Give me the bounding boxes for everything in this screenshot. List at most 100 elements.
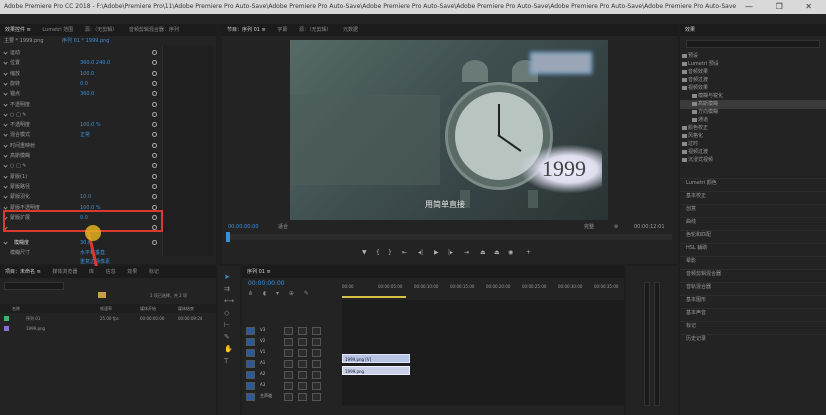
- eye-icon[interactable]: [298, 382, 307, 390]
- panel-section[interactable]: Lumetri 颜色: [680, 178, 826, 187]
- extract-icon[interactable]: ⏏: [494, 248, 500, 258]
- col-start[interactable]: 媒体开始: [140, 304, 156, 313]
- mute-icon[interactable]: [312, 382, 321, 390]
- panel-section[interactable]: 音轨混合器: [680, 282, 826, 291]
- eye-icon[interactable]: [298, 393, 307, 401]
- reset-icon[interactable]: [152, 204, 157, 210]
- mark-in-icon[interactable]: {: [376, 248, 380, 258]
- effect-property-row[interactable]: 不透明度 100.0 %: [0, 120, 162, 130]
- button-editor-icon[interactable]: +: [526, 248, 531, 258]
- tab-program[interactable]: 节目：序列 01 ≡: [222, 24, 271, 36]
- disclosure-triangle-icon[interactable]: [3, 173, 8, 179]
- property-value[interactable]: 360.0: [80, 89, 94, 99]
- disclosure-triangle-icon[interactable]: [3, 101, 8, 107]
- reset-icon[interactable]: [152, 111, 157, 117]
- track-header[interactable]: V2: [242, 337, 338, 348]
- mute-icon[interactable]: [312, 327, 321, 335]
- reset-icon[interactable]: [152, 183, 157, 189]
- panel-section[interactable]: 创意: [680, 204, 826, 213]
- reset-icon[interactable]: [152, 101, 157, 107]
- sequence-clip-label[interactable]: 序列 01 * 1999.png: [62, 37, 109, 46]
- reset-icon[interactable]: [152, 50, 157, 55]
- mute-icon[interactable]: [312, 338, 321, 346]
- timeline-ruler[interactable]: 00:00 00:00:05:00 00:00:10:00 00:00:15:00 00…: [342, 282, 624, 296]
- step-forward-icon[interactable]: |▸: [448, 248, 453, 258]
- step-back-icon[interactable]: ◂|: [418, 248, 423, 258]
- blurred-mask-region[interactable]: [530, 52, 592, 74]
- panel-section[interactable]: HSL 辅助: [680, 243, 826, 252]
- menu-bar[interactable]: [0, 14, 826, 24]
- reset-icon[interactable]: [152, 91, 157, 97]
- reset-icon[interactable]: [152, 132, 157, 138]
- eye-icon[interactable]: [298, 371, 307, 379]
- tab-media-browser[interactable]: 媒体浏览器: [47, 266, 82, 278]
- eye-icon[interactable]: [298, 360, 307, 368]
- table-row[interactable]: 序列 01 25.00 fps 00:00:00:00 00:00:09:24: [0, 314, 216, 323]
- effect-property-row[interactable]: 缩放 100.0: [0, 69, 162, 79]
- lock-icon[interactable]: [284, 338, 293, 346]
- wrench-icon[interactable]: ⚙: [614, 222, 618, 232]
- track-header[interactable]: A3: [242, 381, 338, 392]
- lock-icon[interactable]: [284, 360, 293, 368]
- type-icon[interactable]: T: [224, 358, 228, 365]
- mute-icon[interactable]: [312, 349, 321, 357]
- disclosure-triangle-icon[interactable]: [3, 240, 8, 245]
- fit-dropdown[interactable]: 适合: [278, 222, 288, 232]
- track-select-icon[interactable]: ⇉: [224, 286, 230, 293]
- eye-icon[interactable]: [298, 349, 307, 357]
- reset-icon[interactable]: [152, 173, 157, 179]
- track-target-toggle[interactable]: [246, 349, 255, 357]
- mark-out-icon[interactable]: }: [388, 248, 392, 258]
- work-area-bar[interactable]: [342, 296, 406, 298]
- property-value[interactable]: 正常: [80, 130, 90, 140]
- pen-icon[interactable]: ✎: [224, 334, 230, 341]
- folder-icon[interactable]: [98, 292, 106, 298]
- effects-title[interactable]: 效果: [680, 24, 700, 36]
- reset-icon[interactable]: [152, 153, 157, 158]
- property-value[interactable]: 100.0 %: [80, 120, 101, 130]
- track-header[interactable]: 主声道: [242, 392, 338, 403]
- tab-info[interactable]: 信息: [101, 266, 121, 278]
- disclosure-triangle-icon[interactable]: [3, 91, 8, 96]
- panel-section[interactable]: 曲线: [680, 217, 826, 226]
- mute-icon[interactable]: [312, 360, 321, 368]
- disclosure-triangle-icon[interactable]: [3, 204, 8, 210]
- tab-source[interactable]: 源：（无剪辑）: [80, 24, 123, 36]
- mute-icon[interactable]: [312, 393, 321, 401]
- disclosure-triangle-icon[interactable]: [3, 153, 8, 158]
- export-frame-icon[interactable]: ◉: [508, 248, 513, 258]
- track-target-toggle[interactable]: [246, 371, 255, 379]
- effect-property-row[interactable]: 蒙版(1): [0, 172, 162, 182]
- track-target-toggle[interactable]: [246, 338, 255, 346]
- property-value[interactable]: 100.0: [80, 69, 94, 79]
- track-header[interactable]: V3: [242, 326, 338, 337]
- panel-section[interactable]: 基本校正: [680, 191, 826, 200]
- table-row[interactable]: 1999.png: [0, 324, 216, 333]
- track-target-toggle[interactable]: [246, 382, 255, 390]
- project-search-input[interactable]: [4, 282, 64, 290]
- effect-property-row[interactable]: 位置 360.0 240.0: [0, 58, 162, 68]
- col-name[interactable]: 名称: [12, 304, 20, 313]
- window-controls[interactable]: — ❐ ✕: [745, 0, 822, 14]
- effects-search-input[interactable]: [686, 40, 820, 48]
- track-header[interactable]: V1: [242, 348, 338, 359]
- tab-effects[interactable]: 效果: [122, 266, 142, 278]
- razor-icon[interactable]: ◇: [224, 310, 229, 317]
- tab-effect-controls[interactable]: 效果控件 ≡: [0, 24, 36, 36]
- reset-icon[interactable]: [152, 70, 157, 76]
- timeline-tools-row[interactable]: ⋔ ◖ ▾ ⊕ ✎: [248, 290, 313, 297]
- lock-icon[interactable]: [284, 371, 293, 379]
- effect-controls-mini-timeline[interactable]: [162, 46, 214, 256]
- program-scrub-bar[interactable]: [226, 232, 672, 242]
- eye-icon[interactable]: [298, 327, 307, 335]
- disclosure-triangle-icon[interactable]: [3, 60, 8, 65]
- play-icon[interactable]: ▶: [434, 248, 439, 258]
- reset-icon[interactable]: [152, 142, 157, 148]
- go-to-in-icon[interactable]: ⇤: [402, 248, 407, 258]
- effect-property-row[interactable]: ○ □ ✎: [0, 161, 162, 171]
- panel-section[interactable]: 基本图形: [680, 295, 826, 304]
- track-target-toggle[interactable]: [246, 393, 255, 401]
- disclosure-triangle-icon[interactable]: [3, 143, 8, 148]
- col-end[interactable]: 媒体结束: [178, 304, 194, 313]
- playhead-icon[interactable]: [226, 232, 230, 242]
